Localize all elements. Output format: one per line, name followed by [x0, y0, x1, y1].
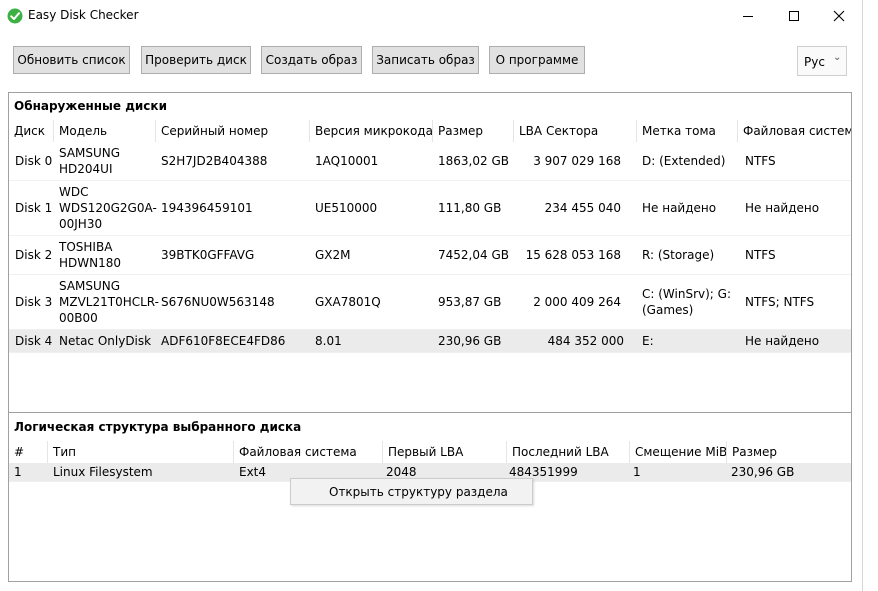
disks-section-title: Обнаруженные диски	[14, 99, 167, 113]
disk-size: 7452,04 GB	[438, 248, 509, 262]
partition-index: 1	[14, 465, 22, 479]
disk-serial: 194396459101	[161, 201, 253, 215]
column-header[interactable]: Диск	[9, 120, 54, 142]
disk-filesystem: NTFS; NTFS	[745, 295, 815, 309]
disk-row[interactable]: Disk 1 WDC WDS120G2G0A-00JH30 1943964591…	[9, 181, 851, 236]
disk-firmware: 8.01	[315, 334, 342, 348]
disk-volume-label: R: (Storage)	[642, 248, 715, 262]
column-header[interactable]: Версия микрокода	[310, 120, 433, 142]
disk-volume-label: D: (Extended)	[642, 154, 726, 168]
partitions-section-title: Логическая структура выбранного диска	[14, 420, 302, 434]
disk-id: Disk 4	[15, 334, 53, 348]
disk-id: Disk 1	[15, 201, 53, 215]
disks-table-header: Диск Модель Серийный номер Версия микрок…	[9, 120, 851, 142]
disk-firmware: GXA7801Q	[315, 295, 381, 309]
disk-model: TOSHIBA HDWN180	[59, 240, 122, 270]
disk-firmware: UE510000	[315, 201, 378, 215]
refresh-list-button[interactable]: Обновить список	[13, 46, 130, 74]
create-image-button[interactable]: Создать образ	[261, 46, 362, 74]
minimize-button[interactable]	[725, 0, 771, 32]
column-header[interactable]: Файловая система	[738, 120, 851, 142]
disk-id: Disk 3	[15, 295, 53, 309]
column-header[interactable]: Последний LBA	[507, 441, 630, 463]
disk-serial: ADF610F8ECE4FD86	[161, 334, 286, 348]
column-header[interactable]: Файловая система	[234, 441, 383, 463]
column-header[interactable]: Метка тома	[637, 120, 738, 142]
disk-model: Netac OnlyDisk	[59, 334, 152, 348]
main-panel: Обнаруженные диски Диск Модель Серийный …	[8, 92, 852, 582]
disk-lba-sectors: 3 907 029 168	[533, 154, 621, 168]
disk-lba-sectors: 2 000 409 264	[533, 295, 621, 309]
partition-context-menu: Открыть структуру раздела	[290, 478, 533, 505]
write-image-button[interactable]: Записать образ	[372, 46, 479, 74]
column-header[interactable]: Размер	[433, 120, 514, 142]
disk-model: SAMSUNG MZVL21T0HCLR-00B00	[59, 279, 159, 325]
close-button[interactable]	[816, 0, 862, 32]
column-header[interactable]: Серийный номер	[156, 120, 310, 142]
maximize-icon	[789, 11, 799, 21]
disk-size: 230,96 GB	[438, 334, 502, 348]
maximize-button[interactable]	[771, 0, 817, 32]
about-button[interactable]: О программе	[489, 46, 585, 74]
window-edge	[862, 0, 863, 591]
disk-model: WDC WDS120G2G0A-00JH30	[59, 185, 157, 231]
disk-row[interactable]: Disk 0 SAMSUNG HD204UI S2H7JD2B404388 1A…	[9, 142, 851, 181]
disk-serial: S676NU0W563148	[161, 295, 275, 309]
disk-row-selected[interactable]: Disk 4 Netac OnlyDisk ADF610F8ECE4FD86 8…	[9, 330, 851, 353]
disk-id: Disk 0	[15, 154, 53, 168]
disk-row[interactable]: Disk 3 SAMSUNG MZVL21T0HCLR-00B00 S676NU…	[9, 275, 851, 330]
column-header[interactable]: #	[9, 441, 48, 463]
open-partition-structure-menu-item[interactable]: Открыть структуру раздела	[329, 485, 508, 499]
disk-firmware: GX2M	[315, 248, 351, 262]
check-disk-button[interactable]: Проверить диск	[141, 46, 251, 74]
partitions-table-header: # Тип Файловая система Первый LBA Послед…	[9, 441, 851, 463]
language-select[interactable]: Рус ⌄	[797, 46, 847, 76]
column-header[interactable]: Тип	[48, 441, 234, 463]
disk-size: 1863,02 GB	[438, 154, 509, 168]
language-value: Рус	[804, 55, 825, 69]
disk-filesystem: NTFS	[745, 154, 776, 168]
disk-volume-label: E:	[642, 334, 654, 348]
disk-firmware: 1AQ10001	[315, 154, 379, 168]
section-divider	[9, 412, 851, 413]
disk-serial: 39BTK0GFFAVG	[161, 248, 255, 262]
chevron-down-icon: ⌄	[833, 52, 842, 63]
disk-row[interactable]: Disk 2 TOSHIBA HDWN180 39BTK0GFFAVG GX2M…	[9, 236, 851, 275]
column-header[interactable]: Первый LBA	[383, 441, 507, 463]
minimize-icon	[743, 16, 753, 17]
disk-lba-sectors: 15 628 053 168	[525, 248, 621, 262]
disk-size: 111,80 GB	[438, 201, 502, 215]
disk-filesystem: Не найдено	[745, 334, 820, 348]
disk-id: Disk 2	[15, 248, 53, 262]
disk-filesystem: Не найдено	[745, 201, 820, 215]
disk-serial: S2H7JD2B404388	[161, 154, 268, 168]
disk-volume-label: Не найдено	[642, 201, 717, 215]
disk-volume-label: C: (WinSrv); G: (Games)	[642, 287, 731, 317]
disk-lba-sectors: 484 352 000	[547, 334, 624, 348]
column-header[interactable]: Модель	[54, 120, 156, 142]
column-header[interactable]: Смещение MiB	[630, 441, 727, 463]
disk-filesystem: NTFS	[745, 248, 776, 262]
title-bar: Easy Disk Checker	[0, 0, 862, 32]
disk-size: 953,87 GB	[438, 295, 502, 309]
close-icon	[833, 10, 845, 22]
column-header[interactable]: Размер	[727, 441, 851, 463]
disk-model: SAMSUNG HD204UI	[59, 146, 121, 176]
app-check-icon	[7, 8, 23, 24]
disk-lba-sectors: 234 455 040	[544, 201, 621, 215]
partition-type: Linux Filesystem	[53, 465, 153, 479]
column-header[interactable]: LBA Сектора	[514, 120, 637, 142]
window-title: Easy Disk Checker	[28, 8, 139, 22]
partition-offset-mib: 1	[633, 465, 641, 479]
partition-size: 230,96 GB	[731, 465, 795, 479]
